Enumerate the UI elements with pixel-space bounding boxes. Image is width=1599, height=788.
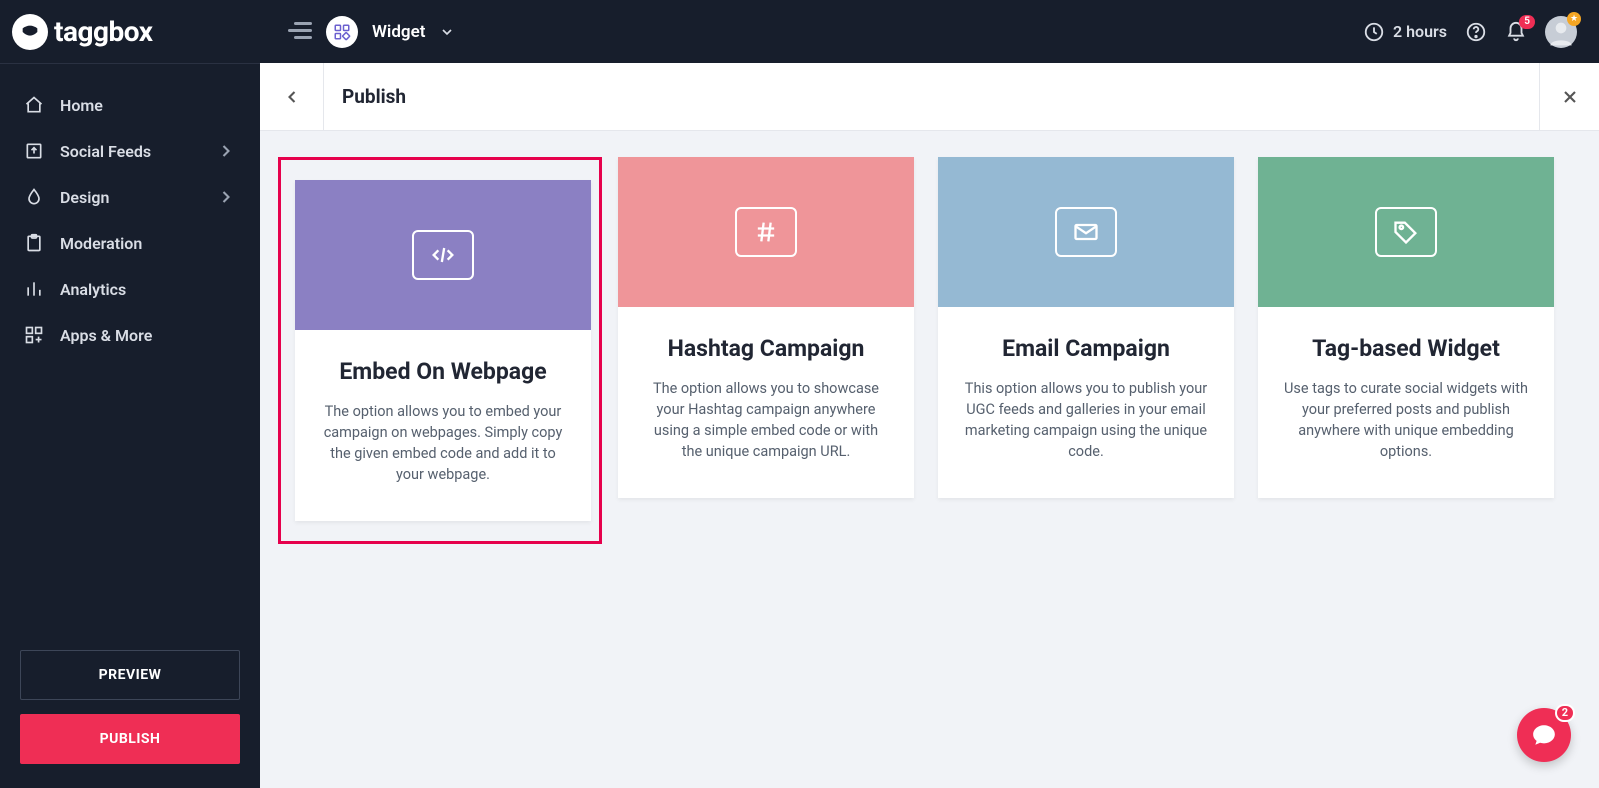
topbar-mid: Widget <box>260 16 455 48</box>
card-embed-on-webpage[interactable]: Embed On Webpage The option allows you t… <box>295 180 591 521</box>
clock-icon <box>1363 21 1385 43</box>
home-icon <box>24 95 44 115</box>
logo[interactable]: taggbox <box>12 14 152 50</box>
chat-icon <box>1531 722 1557 748</box>
drop-icon <box>24 187 44 207</box>
sidebar-item-label: Apps & More <box>60 326 152 345</box>
mail-icon <box>1055 207 1117 257</box>
bars-icon <box>24 279 44 299</box>
page-header: Publish <box>260 63 1599 131</box>
sidebar-item-design[interactable]: Design <box>0 174 260 220</box>
back-button[interactable] <box>260 63 324 130</box>
notifications-button[interactable]: 5 <box>1505 21 1527 43</box>
highlight-frame: Embed On Webpage The option allows you t… <box>278 157 602 544</box>
upload-icon <box>24 141 44 161</box>
code-icon <box>412 230 474 280</box>
card-body: Hashtag Campaign The option allows you t… <box>618 307 914 498</box>
chevron-left-icon <box>282 87 302 107</box>
star-badge-icon: ★ <box>1567 12 1581 26</box>
time-remaining[interactable]: 2 hours <box>1363 21 1447 43</box>
card-title: Email Campaign <box>962 335 1210 364</box>
menu-toggle-icon[interactable] <box>288 22 312 42</box>
card-desc: The option allows you to showcase your H… <box>642 378 890 462</box>
hash-icon <box>735 207 797 257</box>
sidebar-item-apps-more[interactable]: Apps & More <box>0 312 260 358</box>
card-desc: The option allows you to embed your camp… <box>319 401 567 485</box>
sidebar-item-moderation[interactable]: Moderation <box>0 220 260 266</box>
chat-button[interactable]: 2 <box>1517 708 1571 762</box>
card-email-campaign[interactable]: Email Campaign This option allows you to… <box>938 157 1234 498</box>
tag-icon <box>1375 207 1437 257</box>
card-title: Hashtag Campaign <box>642 335 890 364</box>
card-desc: This option allows you to publish your U… <box>962 378 1210 462</box>
clipboard-icon <box>24 233 44 253</box>
sidebar-footer: PREVIEW PUBLISH <box>0 632 260 788</box>
button-label: PREVIEW <box>99 667 162 683</box>
card-title: Tag-based Widget <box>1282 335 1530 364</box>
card-header <box>1258 157 1554 307</box>
sidebar-item-label: Home <box>60 96 103 115</box>
sidebar-item-label: Moderation <box>60 234 142 253</box>
card-body: Tag-based Widget Use tags to curate soci… <box>1258 307 1554 498</box>
chevron-right-icon <box>216 187 236 207</box>
card-title: Embed On Webpage <box>319 358 567 387</box>
chat-badge: 2 <box>1555 704 1575 722</box>
sidebar-item-analytics[interactable]: Analytics <box>0 266 260 312</box>
close-button[interactable] <box>1539 63 1599 130</box>
card-desc: Use tags to curate social widgets with y… <box>1282 378 1530 462</box>
card-tag-based-widget[interactable]: Tag-based Widget Use tags to curate soci… <box>1258 157 1554 498</box>
sidebar: Home Social Feeds Design Moderation Anal… <box>0 63 260 788</box>
close-icon <box>1560 87 1580 107</box>
card-header <box>295 180 591 330</box>
widget-dropdown-label[interactable]: Widget <box>372 22 425 42</box>
chevron-right-icon <box>216 141 236 161</box>
publish-options: Embed On Webpage The option allows you t… <box>260 131 1599 570</box>
card-body: Embed On Webpage The option allows you t… <box>295 330 591 521</box>
chevron-down-icon[interactable] <box>439 24 455 40</box>
time-label: 2 hours <box>1393 22 1447 41</box>
help-icon <box>1465 21 1487 43</box>
help-button[interactable] <box>1465 21 1487 43</box>
apps-icon <box>24 325 44 345</box>
preview-button[interactable]: PREVIEW <box>20 650 240 700</box>
publish-button[interactable]: PUBLISH <box>20 714 240 764</box>
topbar: taggbox Widget 2 hours 5 ★ <box>0 0 1599 63</box>
sidebar-item-label: Design <box>60 188 109 207</box>
sidebar-item-home[interactable]: Home <box>0 82 260 128</box>
user-avatar[interactable]: ★ <box>1545 16 1577 48</box>
button-label: PUBLISH <box>100 731 161 747</box>
topbar-right: 2 hours 5 ★ <box>1363 16 1599 48</box>
sidebar-nav: Home Social Feeds Design Moderation Anal… <box>0 64 260 632</box>
notification-badge: 5 <box>1519 15 1535 29</box>
main: Publish Embed On Webpage The option allo… <box>260 63 1599 788</box>
logo-mark-icon <box>12 14 48 50</box>
card-header <box>938 157 1234 307</box>
sidebar-item-social-feeds[interactable]: Social Feeds <box>0 128 260 174</box>
card-body: Email Campaign This option allows you to… <box>938 307 1234 498</box>
sidebar-item-label: Analytics <box>60 280 126 299</box>
card-hashtag-campaign[interactable]: Hashtag Campaign The option allows you t… <box>618 157 914 498</box>
sidebar-item-label: Social Feeds <box>60 142 151 161</box>
widget-icon <box>326 16 358 48</box>
card-header <box>618 157 914 307</box>
logo-text: taggbox <box>54 15 152 48</box>
page-title: Publish <box>324 85 406 108</box>
topbar-left: taggbox <box>0 14 260 50</box>
